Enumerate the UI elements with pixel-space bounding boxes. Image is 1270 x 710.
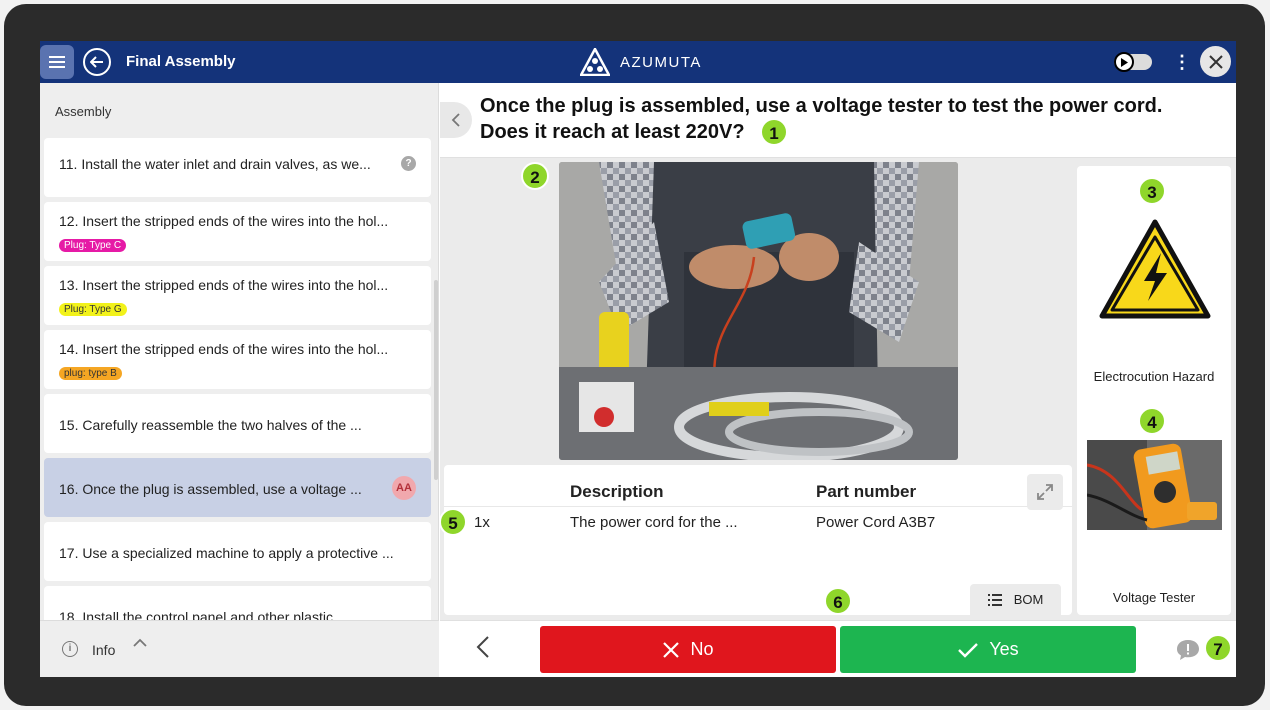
chevron-left-icon: [451, 113, 460, 127]
yes-button[interactable]: Yes: [840, 626, 1136, 673]
comment-alert-icon[interactable]: [1175, 638, 1201, 662]
steps-sidebar: Assembly 11. Install the water inlet and…: [40, 83, 439, 677]
callout-badge-6: 6: [824, 587, 852, 615]
step-item-16-active[interactable]: 16. Once the plug is assembled, use a vo…: [44, 458, 431, 517]
bom-table: Description Part number 5 1x The power c…: [439, 465, 1072, 615]
step-label: 17. Use a specialized machine to apply a…: [59, 545, 394, 561]
step-label: 12. Insert the stripped ends of the wire…: [59, 213, 389, 229]
step-tag: plug: type B: [59, 367, 122, 380]
callout-badge-5: 5: [439, 508, 467, 536]
step-item-18[interactable]: 18. Install the control panel and other …: [44, 586, 431, 620]
close-button[interactable]: [1200, 46, 1231, 77]
step-label: 18. Install the control panel and other …: [59, 609, 349, 620]
sidebar-heading: Assembly: [55, 104, 112, 119]
info-icon: i: [62, 641, 78, 657]
bom-description: The power cord for the ...: [570, 514, 738, 531]
more-options-icon[interactable]: ⋮: [1173, 51, 1191, 73]
step-item-11[interactable]: 11. Install the water inlet and drain va…: [44, 138, 431, 197]
step-item-14[interactable]: 14. Insert the stripped ends of the wire…: [44, 330, 431, 389]
list-icon: [987, 593, 1002, 606]
arrow-left-icon: [90, 56, 103, 68]
x-icon: [663, 641, 680, 658]
back-button[interactable]: [83, 48, 111, 76]
avatar: AA: [392, 476, 416, 500]
column-header-part-number: Part number: [816, 482, 917, 501]
callout-badge-4: 4: [1138, 407, 1166, 435]
tablet-frame: Final Assembly AZUMUTA ⋮ Assembly 11. In…: [4, 4, 1265, 706]
info-label: Info: [92, 642, 116, 658]
question-text: Once the plug is assembled, use a voltag…: [480, 93, 1220, 145]
close-icon: [1208, 54, 1223, 69]
bom-part-number: Power Cord A3B7: [816, 514, 936, 531]
chevron-up-icon: [133, 638, 147, 647]
side-panel: 3 Electrocution Hazard 4 Voltage Tester: [1077, 166, 1231, 615]
callout-badge-1: 1: [760, 118, 788, 146]
expand-icon: [1037, 484, 1053, 500]
expand-button[interactable]: [1027, 474, 1063, 510]
question-header: Once the plug is assembled, use a voltag…: [440, 83, 1236, 158]
step-tag: Plug: Type C: [59, 239, 127, 252]
step-item-13[interactable]: 13. Insert the stripped ends of the wire…: [44, 266, 431, 325]
step-label: 13. Insert the stripped ends of the wire…: [59, 277, 389, 293]
question-icon: ?: [401, 156, 416, 171]
callout-badge-7: 7: [1204, 634, 1232, 662]
column-header-description: Description: [570, 482, 664, 501]
callout-badge-3: 3: [1138, 177, 1166, 205]
no-label: No: [690, 639, 714, 659]
step-item-17[interactable]: 17. Use a specialized machine to apply a…: [44, 522, 431, 581]
divider: [444, 506, 1072, 507]
step-label: 14. Insert the stripped ends of the wire…: [59, 341, 389, 357]
collapse-sidebar-button[interactable]: [440, 102, 472, 138]
bom-button[interactable]: BOM: [970, 584, 1061, 615]
sidebar-footer[interactable]: i Info: [40, 620, 439, 677]
step-label: 11. Install the water inlet and drain va…: [59, 156, 371, 172]
yes-label: Yes: [989, 639, 1019, 659]
step-tag: Plug: Type G: [59, 303, 127, 316]
play-toggle[interactable]: [1114, 52, 1152, 72]
step-label: 16. Once the plug is assembled, use a vo…: [59, 481, 362, 497]
question-line-1: Once the plug is assembled, use a voltag…: [480, 95, 1163, 117]
step-label: 15. Carefully reassemble the two halves …: [59, 417, 362, 433]
step-item-15[interactable]: 15. Carefully reassemble the two halves …: [44, 394, 431, 453]
step-content: Once the plug is assembled, use a voltag…: [439, 83, 1236, 677]
no-button[interactable]: No: [540, 626, 836, 673]
brand-logo: AZUMUTA: [580, 48, 702, 76]
callout-badge-2: 2: [521, 162, 549, 190]
instruction-photo[interactable]: [559, 162, 958, 460]
hamburger-icon: [49, 56, 65, 68]
hazard-label: Electrocution Hazard: [1093, 369, 1215, 384]
top-bar: Final Assembly AZUMUTA ⋮: [40, 41, 1236, 83]
bom-button-label: BOM: [1013, 592, 1044, 607]
page-title: Final Assembly: [126, 53, 236, 70]
steps-list[interactable]: 11. Install the water inlet and drain va…: [44, 138, 431, 620]
previous-step-button[interactable]: [476, 635, 490, 659]
checkmark-icon: [958, 642, 979, 658]
app-screen: Final Assembly AZUMUTA ⋮ Assembly 11. In…: [40, 41, 1236, 677]
sidebar-scrollbar[interactable]: [434, 280, 438, 480]
tester-label: Voltage Tester: [1112, 590, 1196, 605]
menu-button[interactable]: [40, 45, 74, 79]
action-bar: No Yes 7: [440, 620, 1236, 677]
play-icon: [1114, 52, 1134, 72]
question-line-2: Does it reach at least 220V?: [480, 121, 745, 143]
electrical-hazard-icon[interactable]: [1099, 219, 1211, 319]
brand-name: AZUMUTA: [620, 53, 702, 71]
step-item-12[interactable]: 12. Insert the stripped ends of the wire…: [44, 202, 431, 261]
bom-qty: 1x: [474, 514, 490, 531]
azumuta-logo-icon: [580, 48, 610, 76]
voltage-tester-image[interactable]: [1087, 440, 1222, 530]
